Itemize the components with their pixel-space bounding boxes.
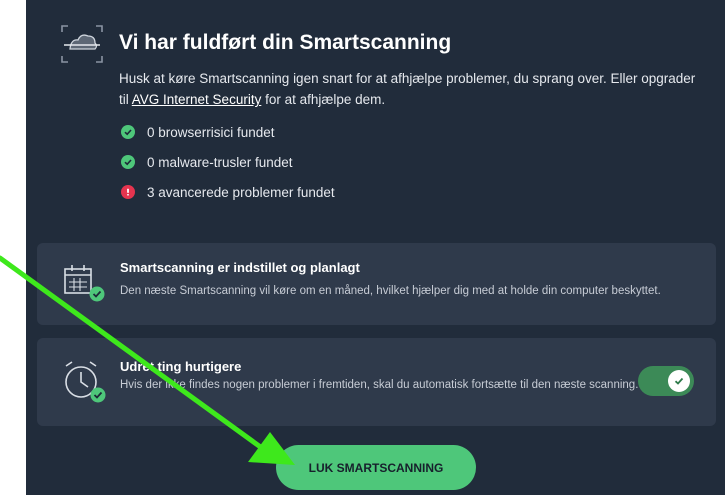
result-label: 0 malware-trusler fundet — [147, 154, 293, 170]
description-text-end: for at afhjælpe dem. — [261, 92, 386, 107]
calendar-check-icon — [63, 263, 107, 312]
result-label: 0 browserrisici fundet — [147, 124, 275, 140]
close-smartscan-button[interactable]: LUK SMARTSCANNING — [276, 445, 476, 490]
result-advanced-issues: 3 avancerede problemer fundet — [121, 182, 335, 202]
result-label: 3 avancerede problemer fundet — [147, 184, 335, 200]
scan-complete-icon — [60, 22, 104, 66]
alarm-clock-check-icon — [61, 358, 107, 411]
page-description: Husk at køre Smartscanning igen snart fo… — [119, 68, 699, 110]
auto-continue-card: Udret ting hurtigere Hvis der ikke finde… — [37, 338, 716, 426]
auto-card-title: Udret ting hurtigere — [120, 359, 242, 374]
check-circle-icon — [121, 125, 135, 139]
warning-circle-icon — [121, 185, 135, 199]
upgrade-link[interactable]: AVG Internet Security — [132, 92, 262, 107]
schedule-card: Smartscanning er indstillet og planlagt … — [37, 243, 716, 325]
schedule-card-text: Den næste Smartscanning vil køre om en m… — [120, 285, 661, 297]
result-malware: 0 malware-trusler fundet — [121, 152, 293, 172]
check-icon — [674, 377, 684, 385]
auto-card-text: Hvis der ikke findes nogen problemer i f… — [120, 379, 639, 391]
auto-continue-toggle[interactable] — [638, 366, 694, 396]
schedule-card-title: Smartscanning er indstillet og planlagt — [120, 260, 360, 275]
result-browser-risks: 0 browserrisici fundet — [121, 122, 275, 142]
page-title: Vi har fuldført din Smartscanning — [119, 31, 452, 54]
check-circle-icon — [121, 155, 135, 169]
toggle-knob — [668, 370, 690, 392]
